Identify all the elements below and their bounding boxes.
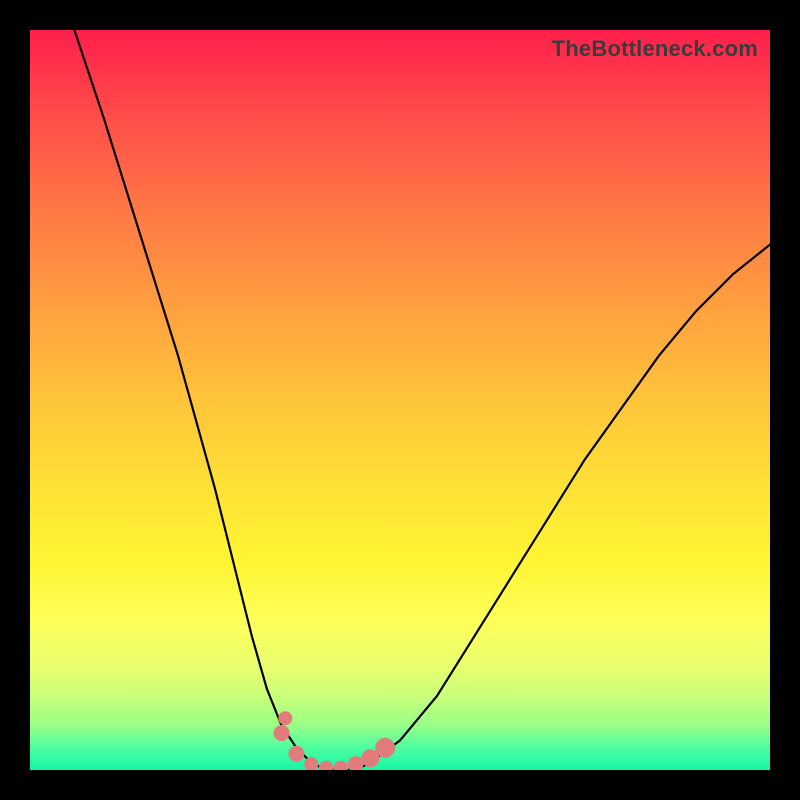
highlight-marker <box>278 711 292 725</box>
highlight-marker <box>334 761 348 770</box>
bottleneck-chart-svg <box>30 30 770 770</box>
highlight-marker <box>288 746 304 762</box>
highlight-marker <box>319 761 333 770</box>
highlight-marker <box>348 756 364 770</box>
bottleneck-curve <box>74 30 770 770</box>
chart-frame: TheBottleneck.com <box>0 0 800 800</box>
highlight-marker <box>274 725 290 741</box>
chart-plot-area: TheBottleneck.com <box>30 30 770 770</box>
highlight-marker <box>375 738 395 758</box>
